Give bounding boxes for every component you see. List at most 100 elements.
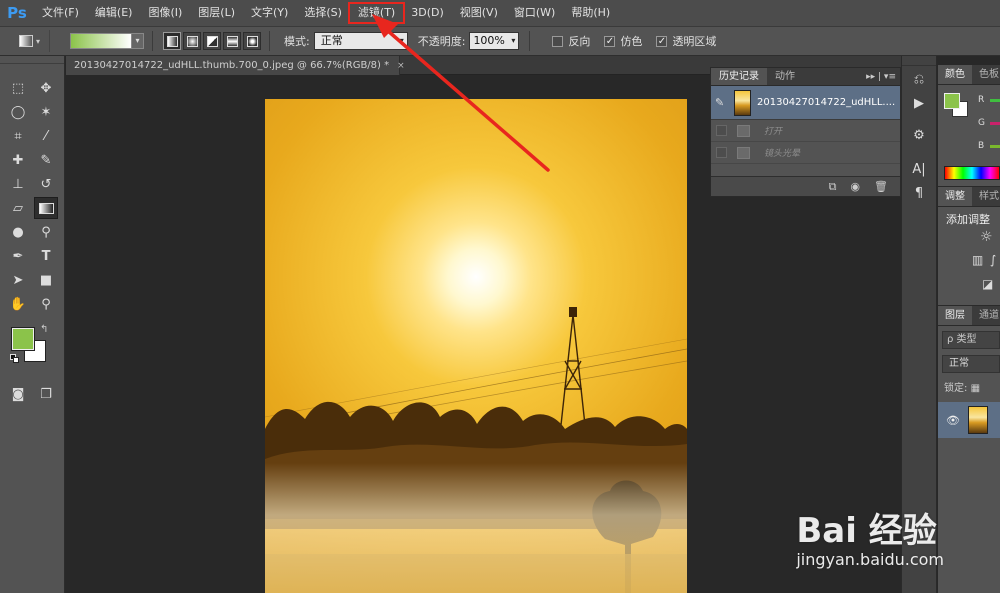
history-state[interactable]: 镜头光晕 bbox=[711, 142, 900, 164]
blend-mode-select[interactable]: 正常 bbox=[942, 355, 1000, 373]
history-brush-source-checkbox[interactable] bbox=[716, 147, 727, 158]
linear-gradient-button[interactable] bbox=[163, 32, 181, 50]
history-brush-tool-icon[interactable]: ↺ bbox=[34, 173, 58, 195]
paragraph-panel-icon[interactable]: ¶ bbox=[902, 182, 936, 204]
close-icon[interactable]: × bbox=[397, 61, 405, 71]
tab-adjustments[interactable]: 调整 bbox=[938, 187, 972, 206]
angle-gradient-icon bbox=[206, 35, 218, 47]
reflected-gradient-button[interactable] bbox=[223, 32, 241, 50]
menu-edit[interactable]: 编辑(E) bbox=[87, 0, 141, 26]
lasso-tool-icon[interactable]: ◯ bbox=[6, 101, 30, 123]
eraser-tool-icon[interactable]: ▱ bbox=[6, 197, 30, 219]
exposure-icon[interactable]: ◪ bbox=[982, 277, 993, 291]
camera-snapshot-icon[interactable]: ◉ bbox=[850, 180, 860, 193]
rectangle-tool-icon[interactable]: ■ bbox=[34, 269, 58, 291]
menu-help[interactable]: 帮助(H) bbox=[563, 0, 618, 26]
gradient-preview[interactable] bbox=[70, 33, 132, 49]
tool-preset-picker[interactable]: ▾ bbox=[10, 30, 50, 52]
type-tool-icon[interactable]: T bbox=[34, 245, 58, 267]
history-panel-icon[interactable]: ⎌ bbox=[902, 68, 936, 90]
menu-window[interactable]: 窗口(W) bbox=[506, 0, 563, 26]
panel-grip[interactable] bbox=[902, 56, 936, 66]
transparency-checkbox[interactable]: ✓ bbox=[656, 35, 668, 47]
screen-mode-icon[interactable]: ❐ bbox=[34, 383, 58, 405]
gradient-picker-dropdown[interactable]: ▾ bbox=[132, 33, 144, 49]
history-state[interactable]: 打开 bbox=[711, 120, 900, 142]
tab-channels[interactable]: 通道 bbox=[972, 306, 1000, 325]
brightness-icon[interactable]: ☼ bbox=[980, 229, 993, 245]
gradient-tool-icon[interactable] bbox=[34, 197, 58, 219]
tab-styles[interactable]: 样式 bbox=[972, 187, 1000, 206]
new-document-from-state-icon[interactable]: ⧉ bbox=[829, 180, 837, 194]
tab-layers[interactable]: 图层 bbox=[938, 306, 972, 325]
dither-checkbox[interactable]: ✓ bbox=[604, 35, 616, 47]
radial-gradient-button[interactable] bbox=[183, 32, 201, 50]
tab-swatches[interactable]: 色板 bbox=[972, 65, 1000, 84]
properties-panel-icon[interactable]: ⚙ bbox=[902, 124, 936, 146]
reverse-checkbox[interactable] bbox=[552, 35, 564, 47]
opacity-input[interactable]: 100% ▾ bbox=[469, 32, 520, 50]
clone-stamp-tool-icon[interactable]: ⊥ bbox=[6, 173, 30, 195]
channel-r-slider[interactable] bbox=[990, 99, 1000, 102]
panel-grip[interactable] bbox=[0, 56, 64, 64]
tab-history[interactable]: 历史记录 bbox=[711, 68, 767, 85]
path-selection-tool-icon[interactable]: ➤ bbox=[6, 269, 30, 291]
healing-brush-tool-icon[interactable]: ✚ bbox=[6, 149, 30, 171]
channel-b-label: B bbox=[978, 141, 985, 151]
linear-gradient-icon bbox=[166, 35, 178, 47]
history-panel-tabs: 历史记录 动作 ▸▸ | ▾≡ bbox=[711, 68, 900, 86]
menu-type[interactable]: 文字(Y) bbox=[243, 0, 296, 26]
foreground-color-swatch[interactable] bbox=[12, 328, 34, 350]
gradient-tool-icon bbox=[18, 35, 33, 47]
zoom-tool-icon[interactable]: ⚲ bbox=[34, 293, 58, 315]
default-colors-icon[interactable] bbox=[10, 354, 19, 363]
tab-actions[interactable]: 动作 bbox=[767, 68, 803, 85]
channel-b-slider[interactable] bbox=[990, 145, 1000, 148]
history-brush-source-checkbox[interactable] bbox=[716, 125, 727, 136]
eyedropper-tool-icon[interactable]: ⁄ bbox=[34, 125, 58, 147]
swap-colors-icon[interactable]: ↰ bbox=[40, 324, 48, 335]
marquee-tool-icon[interactable]: ⬚ bbox=[6, 77, 30, 99]
menu-layer[interactable]: 图层(L) bbox=[190, 0, 243, 26]
right-panels: 颜色 色板 R G B 调整 样式 添加调整 ☼ ▥ ∫ ◪ 图层 通道 ρ 类… bbox=[938, 65, 1000, 593]
history-snapshot[interactable]: ✎ 20130427014722_udHLL.... bbox=[711, 86, 900, 120]
snapshot-thumbnail bbox=[734, 89, 751, 116]
menu-filter[interactable]: 滤镜(T) bbox=[347, 0, 406, 26]
dodge-tool-icon[interactable]: ⚲ bbox=[34, 221, 58, 243]
menu-select[interactable]: 选择(S) bbox=[296, 0, 350, 26]
history-brush-source-icon[interactable]: ✎ bbox=[715, 96, 729, 109]
lock-transparent-icon[interactable]: ▦ bbox=[971, 383, 980, 394]
blur-tool-icon[interactable]: ● bbox=[6, 221, 30, 243]
image-canvas[interactable] bbox=[265, 99, 687, 593]
eye-icon[interactable]: 👁 bbox=[946, 414, 960, 427]
layer-filter-select[interactable]: ρ 类型 bbox=[942, 331, 1000, 349]
actions-panel-icon[interactable]: ▶ bbox=[902, 92, 936, 114]
adjustments-panel: 调整 样式 添加调整 ☼ ▥ ∫ ◪ bbox=[938, 186, 1000, 302]
levels-icon[interactable]: ▥ bbox=[972, 253, 983, 267]
character-panel-icon[interactable]: A| bbox=[902, 158, 936, 180]
quick-mask-icon[interactable]: ◙ bbox=[6, 383, 30, 405]
pen-tool-icon[interactable]: ✒ bbox=[6, 245, 30, 267]
menu-3d[interactable]: 3D(D) bbox=[403, 0, 452, 26]
tab-color[interactable]: 颜色 bbox=[938, 65, 972, 84]
trash-icon[interactable]: 🗑 bbox=[874, 180, 888, 193]
diamond-gradient-button[interactable] bbox=[243, 32, 261, 50]
mode-select[interactable]: 正常 ▾ bbox=[313, 32, 408, 50]
crop-tool-icon[interactable]: ⌗ bbox=[6, 125, 30, 147]
hand-tool-icon[interactable]: ✋ bbox=[6, 293, 30, 315]
layer-item-background[interactable]: 👁 bbox=[938, 402, 1000, 438]
panel-menu-icon[interactable]: ▸▸ | ▾≡ bbox=[866, 68, 896, 86]
channel-g-slider[interactable] bbox=[990, 122, 1000, 125]
document-tab[interactable]: 20130427014722_udHLL.thumb.700_0.jpeg @ … bbox=[66, 56, 405, 75]
brush-tool-icon[interactable]: ✎ bbox=[34, 149, 58, 171]
move-tool-icon[interactable]: ✥ bbox=[34, 77, 58, 99]
magic-wand-tool-icon[interactable]: ✶ bbox=[34, 101, 58, 123]
curves-icon[interactable]: ∫ bbox=[990, 253, 996, 267]
menu-file[interactable]: 文件(F) bbox=[34, 0, 87, 26]
menu-view[interactable]: 视图(V) bbox=[452, 0, 506, 26]
snapshot-name: 20130427014722_udHLL.... bbox=[757, 97, 896, 108]
menu-image[interactable]: 图像(I) bbox=[140, 0, 190, 26]
color-panel-foreground[interactable] bbox=[944, 93, 960, 109]
color-spectrum[interactable] bbox=[944, 166, 1000, 180]
angle-gradient-button[interactable] bbox=[203, 32, 221, 50]
